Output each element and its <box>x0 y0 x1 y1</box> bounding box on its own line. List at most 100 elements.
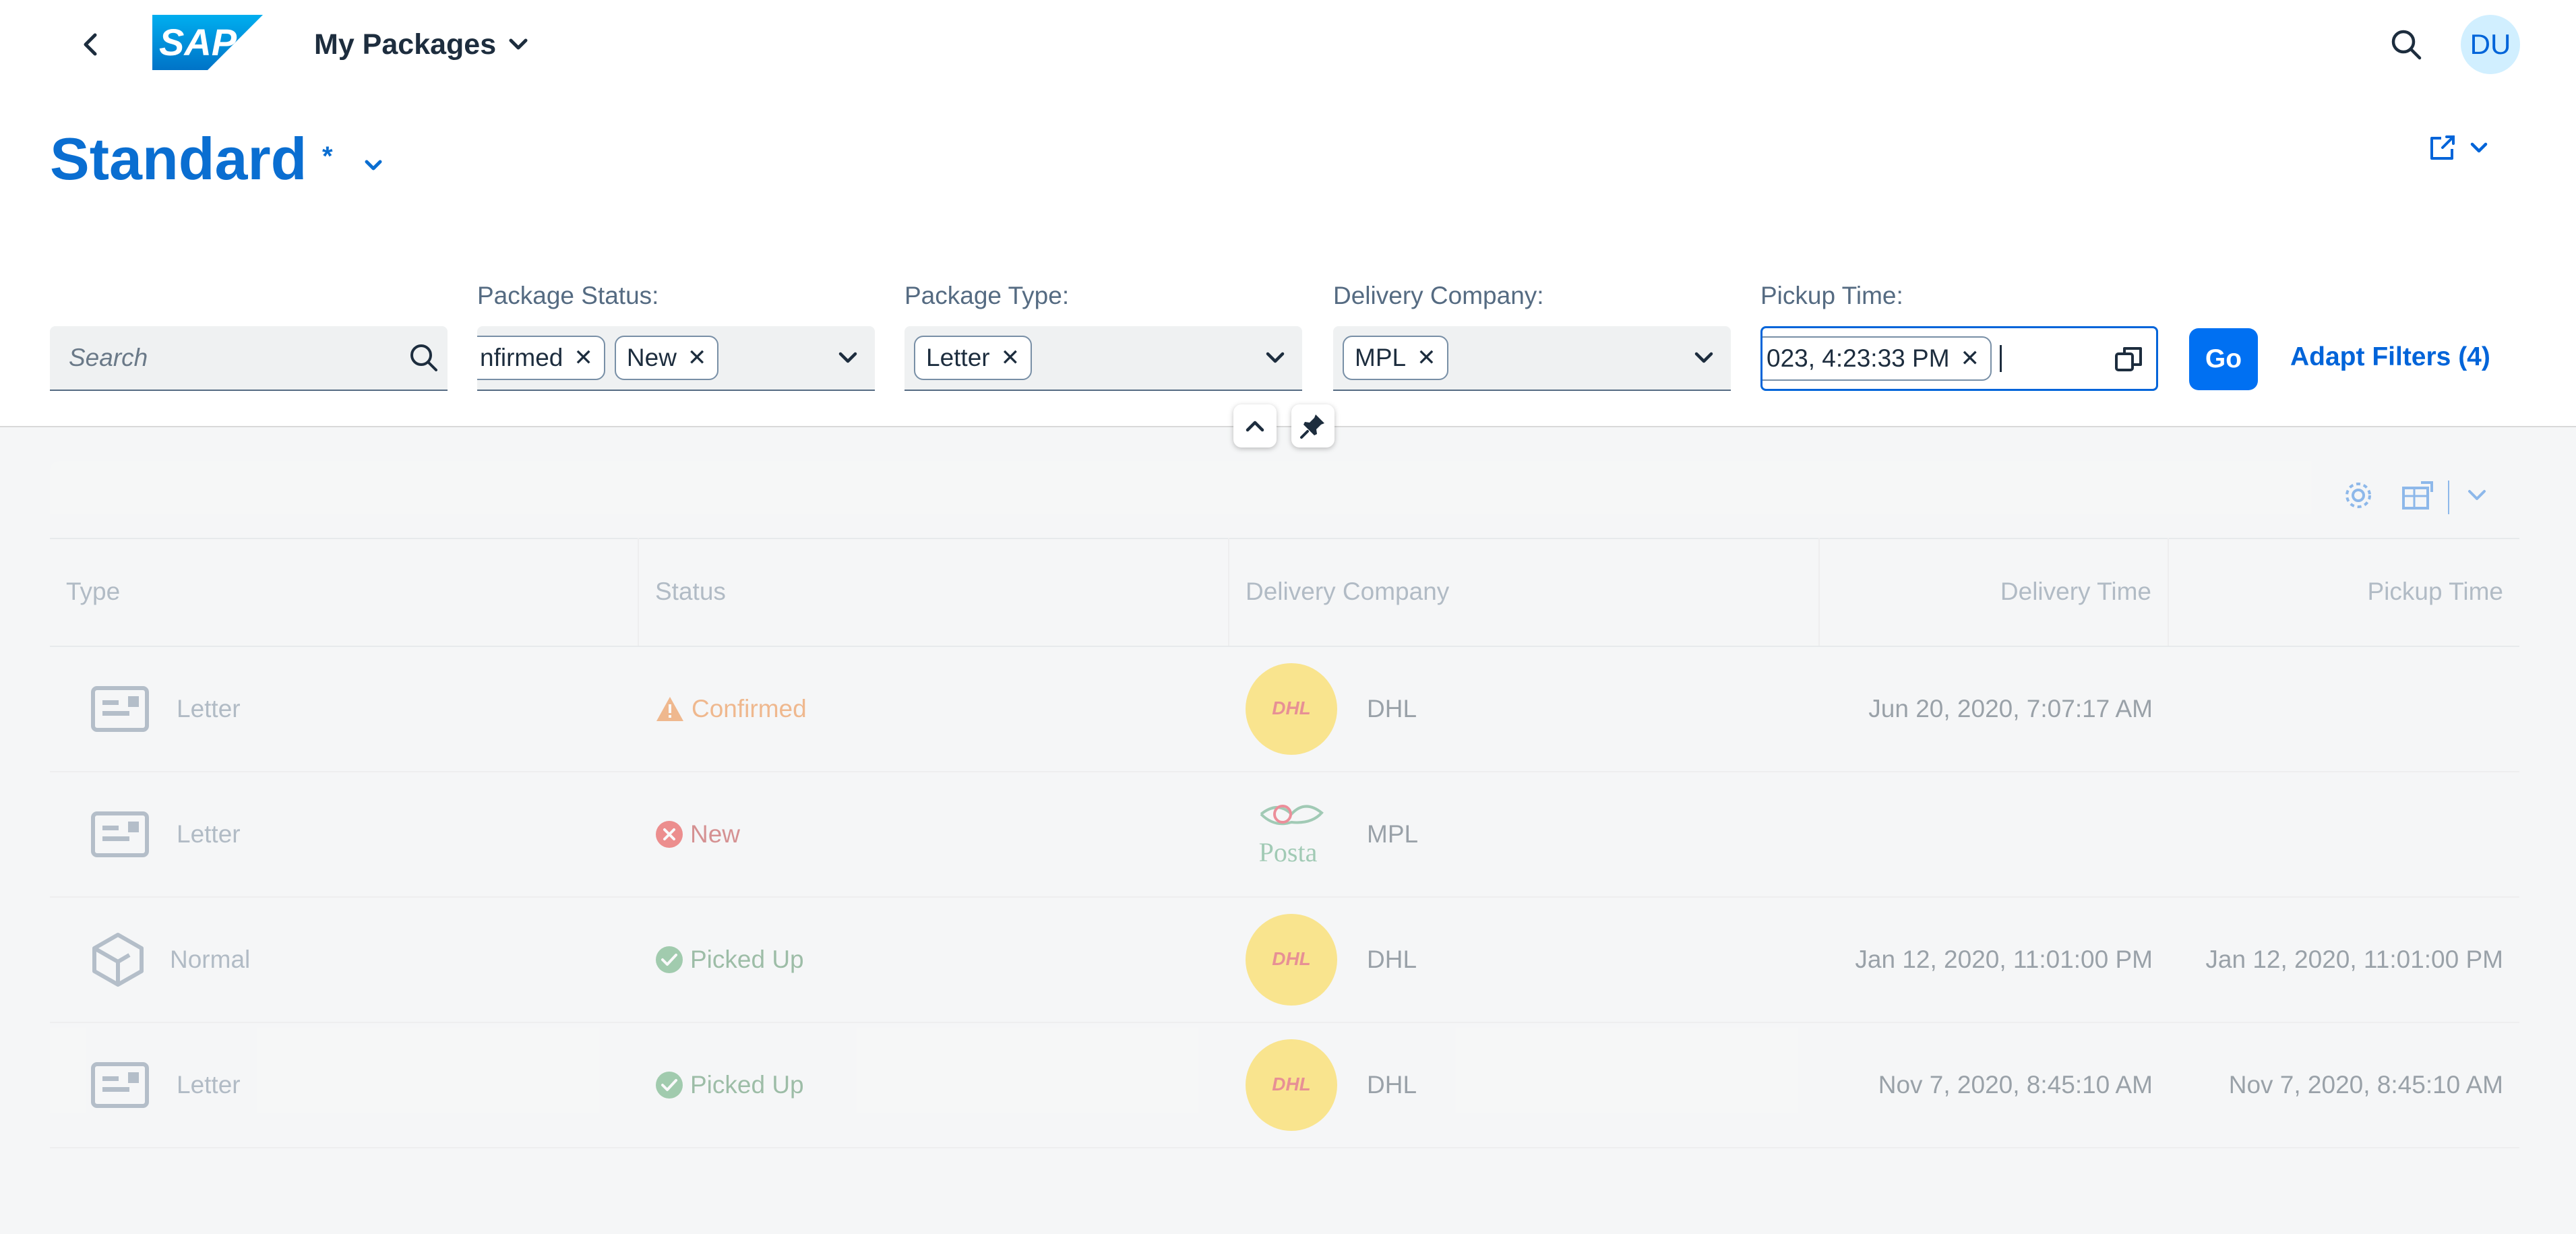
shell-bar: SAP My Packages DU <box>0 0 2576 89</box>
pickup-time-cell: Nov 7, 2020, 8:45:10 AM <box>2228 1071 2503 1099</box>
pickup-time-datetime-input[interactable]: 023, 4:23:33 PM ✕ <box>1760 326 2158 391</box>
delivery-time-cell <box>1820 772 2169 896</box>
app-title: My Packages <box>314 28 497 61</box>
chevron-down-icon[interactable] <box>1677 351 1731 365</box>
column-header-status[interactable]: Status <box>639 538 1229 646</box>
chevron-down-icon <box>365 160 382 171</box>
back-button[interactable] <box>67 24 113 65</box>
toolbar-separator <box>2448 480 2449 514</box>
table-header-row: Type Status Delivery Company Delivery Ti… <box>50 538 2519 647</box>
company-cell: DHL DHL <box>1229 1023 1820 1147</box>
package-type-label: Package Type: <box>904 282 1070 309</box>
share-icon <box>2430 135 2455 160</box>
package-status-multicombobox[interactable]: nfirmed ✕ New ✕ <box>477 326 875 391</box>
package-type-multicombobox[interactable]: Letter ✕ <box>904 326 1302 391</box>
value-help-icon[interactable] <box>2102 343 2156 374</box>
package-status-label: Package Status: <box>477 282 659 309</box>
chevron-down-icon[interactable] <box>1248 351 1302 365</box>
svg-text:DHL: DHL <box>1272 698 1311 718</box>
table-row[interactable]: Letter Confirmed DHL DHL Jun 20, 2020, 7… <box>50 647 2519 772</box>
column-header-pickup-time[interactable]: Pickup Time <box>2169 538 2519 646</box>
variant-title[interactable]: Standard <box>50 125 307 193</box>
sap-logo: SAP <box>152 15 263 70</box>
shell-search-button[interactable] <box>2386 24 2426 65</box>
svg-text:DHL: DHL <box>1272 1074 1311 1094</box>
token-mpl[interactable]: MPL ✕ <box>1343 336 1448 380</box>
success-icon <box>656 946 683 973</box>
svg-text:DHL: DHL <box>1272 948 1311 969</box>
variant-dropdown-button[interactable] <box>360 152 387 179</box>
pickup-time-cell: Jan 12, 2020, 11:01:00 PM <box>2205 946 2503 973</box>
chevron-down-icon[interactable] <box>2467 489 2487 505</box>
token-pickup-time[interactable]: 023, 4:23:33 PM ✕ <box>1762 336 1992 381</box>
token-remove-icon[interactable]: ✕ <box>574 344 593 371</box>
pin-header-button[interactable] <box>1291 404 1335 448</box>
delivery-time-cell: Jun 20, 2020, 7:07:17 AM <box>1868 695 2153 722</box>
posta-logo: Posta <box>1246 789 1337 880</box>
token-remove-icon[interactable]: ✕ <box>1001 344 1020 371</box>
token-letter[interactable]: Letter ✕ <box>914 336 1033 380</box>
chevron-left-icon <box>84 33 97 56</box>
column-header-delivery-company[interactable]: Delivery Company <box>1229 538 1820 646</box>
type-cell: Letter <box>50 772 639 896</box>
delivery-company-label: Delivery Company: <box>1333 282 1544 309</box>
letter-icon <box>91 811 149 857</box>
letter-icon <box>91 1062 149 1108</box>
adapt-filters-button[interactable]: Adapt Filters (4) <box>2290 342 2490 372</box>
search-input[interactable]: Search <box>50 326 448 391</box>
table-row[interactable]: Normal Picked Up DHL DHL Jan 12, 2020, 1… <box>50 898 2519 1023</box>
dhl-logo: DHL <box>1246 1039 1337 1131</box>
column-header-delivery-time[interactable]: Delivery Time <box>1820 538 2169 646</box>
warning-icon <box>656 697 683 721</box>
collapse-header-button[interactable] <box>1233 404 1277 448</box>
app-title-menu[interactable]: My Packages <box>314 24 528 65</box>
chevron-down-icon <box>509 38 528 50</box>
token-new[interactable]: New ✕ <box>614 336 719 380</box>
pickup-time-label: Pickup Time: <box>1760 282 1903 309</box>
company-cell: DHL DHL <box>1229 647 1820 771</box>
export-icon[interactable] <box>2401 480 2434 514</box>
delivery-company-multicombobox[interactable]: MPL ✕ <box>1333 326 1731 391</box>
token-confirmed[interactable]: nfirmed ✕ <box>477 336 605 380</box>
chevron-down-icon[interactable] <box>821 351 875 365</box>
success-icon <box>656 1072 683 1099</box>
package-icon <box>92 933 144 987</box>
dhl-logo: DHL <box>1246 914 1337 1006</box>
company-cell: DHL DHL <box>1229 898 1820 1022</box>
table-toolbar-actions <box>2343 480 2487 514</box>
table-row[interactable]: Letter Picked Up DHL DHL Nov 7, 2020, 8:… <box>50 1023 2519 1148</box>
settings-icon[interactable] <box>2343 480 2374 514</box>
company-cell: Posta MPL <box>1229 772 1820 896</box>
status-cell: Confirmed <box>639 647 1229 771</box>
status-cell: New <box>639 772 1229 896</box>
type-cell: Letter <box>50 1023 639 1147</box>
type-cell: Letter <box>50 647 639 771</box>
error-icon <box>656 821 683 848</box>
token-remove-icon[interactable]: ✕ <box>1961 345 1980 372</box>
text-cursor <box>2000 345 2002 372</box>
go-button[interactable]: Go <box>2189 328 2258 390</box>
share-button[interactable] <box>2426 128 2501 168</box>
type-cell: Normal <box>50 898 639 1022</box>
pin-icon <box>1300 414 1324 439</box>
table-row[interactable]: Letter New Posta MPL <box>50 772 2519 898</box>
chevron-down-icon <box>2470 142 2488 153</box>
search-placeholder: Search <box>69 344 148 371</box>
status-cell: Picked Up <box>639 898 1229 1022</box>
svg-text:SAP: SAP <box>159 21 237 63</box>
delivery-time-cell: Nov 7, 2020, 8:45:10 AM <box>1878 1071 2153 1099</box>
variant-modified-marker: * <box>322 142 333 171</box>
svg-text:Posta: Posta <box>1259 837 1318 867</box>
letter-icon <box>91 686 149 732</box>
delivery-time-cell: Jan 12, 2020, 11:01:00 PM <box>1855 946 2153 973</box>
status-cell: Picked Up <box>639 1023 1229 1147</box>
token-remove-icon[interactable]: ✕ <box>1417 344 1436 371</box>
search-icon <box>2391 30 2422 60</box>
token-remove-icon[interactable]: ✕ <box>687 344 707 371</box>
avatar[interactable]: DU <box>2461 15 2520 74</box>
column-header-type[interactable]: Type <box>50 538 639 646</box>
pickup-time-cell <box>2169 647 2519 771</box>
pickup-time-cell <box>2169 772 2519 896</box>
search-icon[interactable] <box>400 343 448 373</box>
packages-table: Type Status Delivery Company Delivery Ti… <box>50 461 2519 1148</box>
